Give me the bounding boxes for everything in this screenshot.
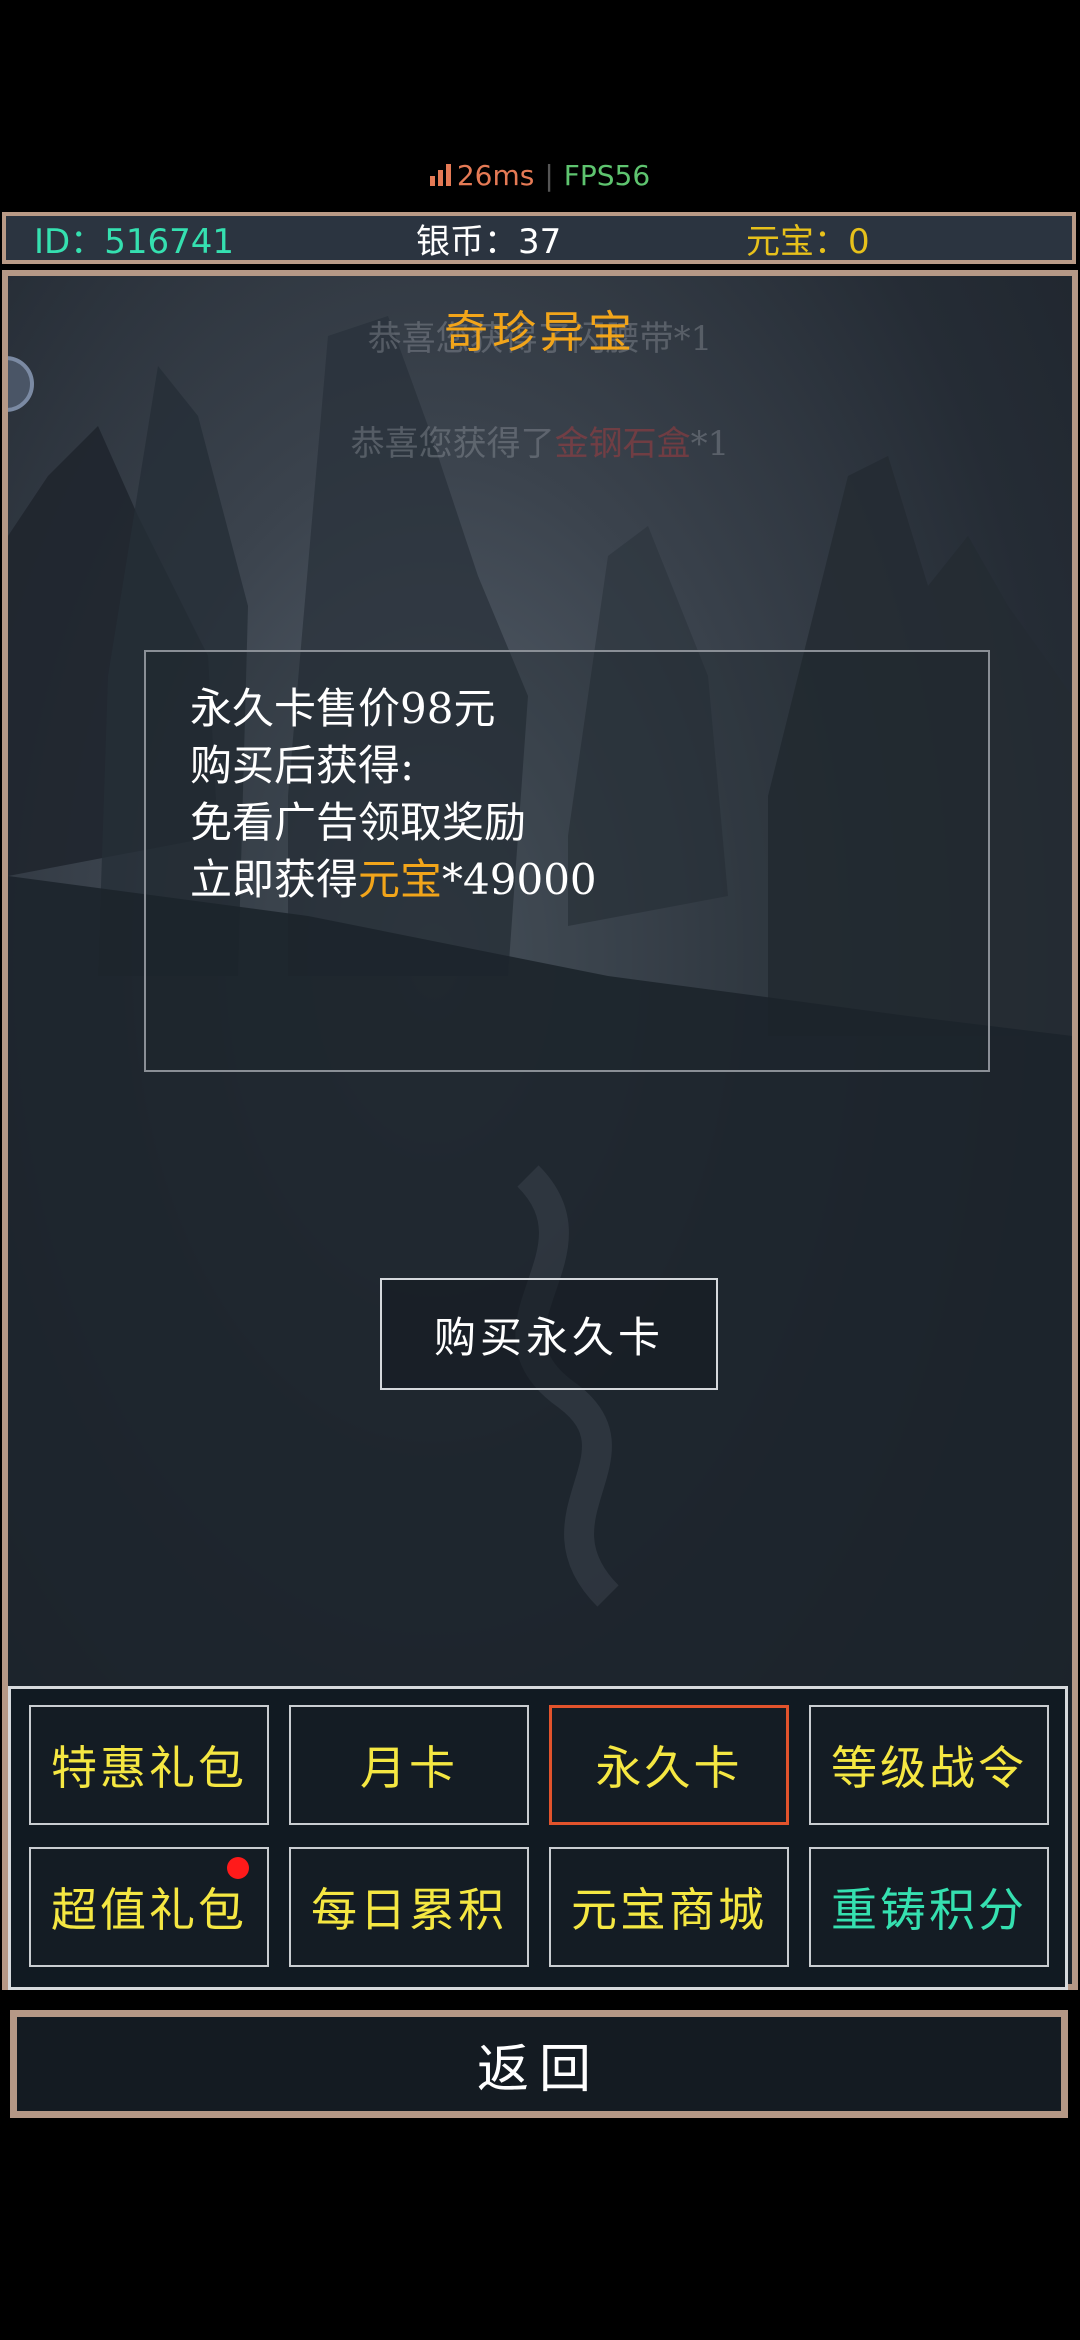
ingot-label: 元宝 (358, 855, 443, 904)
shop-tab-grid: 特惠礼包 月卡 永久卡 等级战令 超值礼包 每日累积 元宝商城 重铸积分 (8, 1686, 1068, 1990)
tab-permanent-card[interactable]: 永久卡 (549, 1705, 789, 1825)
benefit-ad-free: 免看广告领取奖励 (190, 798, 527, 847)
tab-recast-points[interactable]: 重铸积分 (809, 1847, 1049, 1967)
notification-dot-icon (227, 1857, 249, 1879)
tab-value-pack[interactable]: 超值礼包 (29, 1847, 269, 1967)
tab-level-pass[interactable]: 等级战令 (809, 1705, 1049, 1825)
back-button[interactable]: 返回 (10, 2010, 1068, 2118)
player-id: ID：516741 (34, 221, 234, 262)
ingot-count: 元宝：0 (746, 221, 870, 262)
signal-icon (429, 164, 451, 186)
network-status: 26ms | FPS56 (0, 150, 1080, 200)
tab-ingot-shop[interactable]: 元宝商城 (549, 1847, 789, 1967)
benefit-ingot: 立即获得元宝*49000 (190, 855, 597, 904)
silver-count: 银币：37 (416, 221, 562, 262)
tab-daily-accumulate[interactable]: 每日累积 (289, 1847, 529, 1967)
panel-title: 奇珍异宝 (444, 307, 636, 358)
buy-permanent-card-button[interactable]: 购买永久卡 (380, 1278, 718, 1390)
tab-label: 超值礼包 (51, 1883, 247, 1937)
tab-special-pack[interactable]: 特惠礼包 (29, 1705, 269, 1825)
resource-bar: ID：516741 银币：37 元宝：0 (2, 212, 1076, 264)
reward-item: 金钢石盒 (554, 424, 691, 464)
tab-monthly-card[interactable]: 月卡 (289, 1705, 529, 1825)
reward-notice: 恭喜您获得了金钢石盒*1 (350, 424, 730, 464)
benefit-heading: 购买后获得: (190, 741, 415, 790)
price-line: 永久卡售价98元 (190, 684, 496, 733)
fps-text: FPS56 (563, 158, 651, 192)
ping-text: 26ms (456, 158, 535, 192)
permanent-card-info: 永久卡售价98元 购买后获得: 免看广告领取奖励 立即获得元宝*49000 (144, 650, 990, 1072)
status-divider: | (544, 158, 554, 192)
